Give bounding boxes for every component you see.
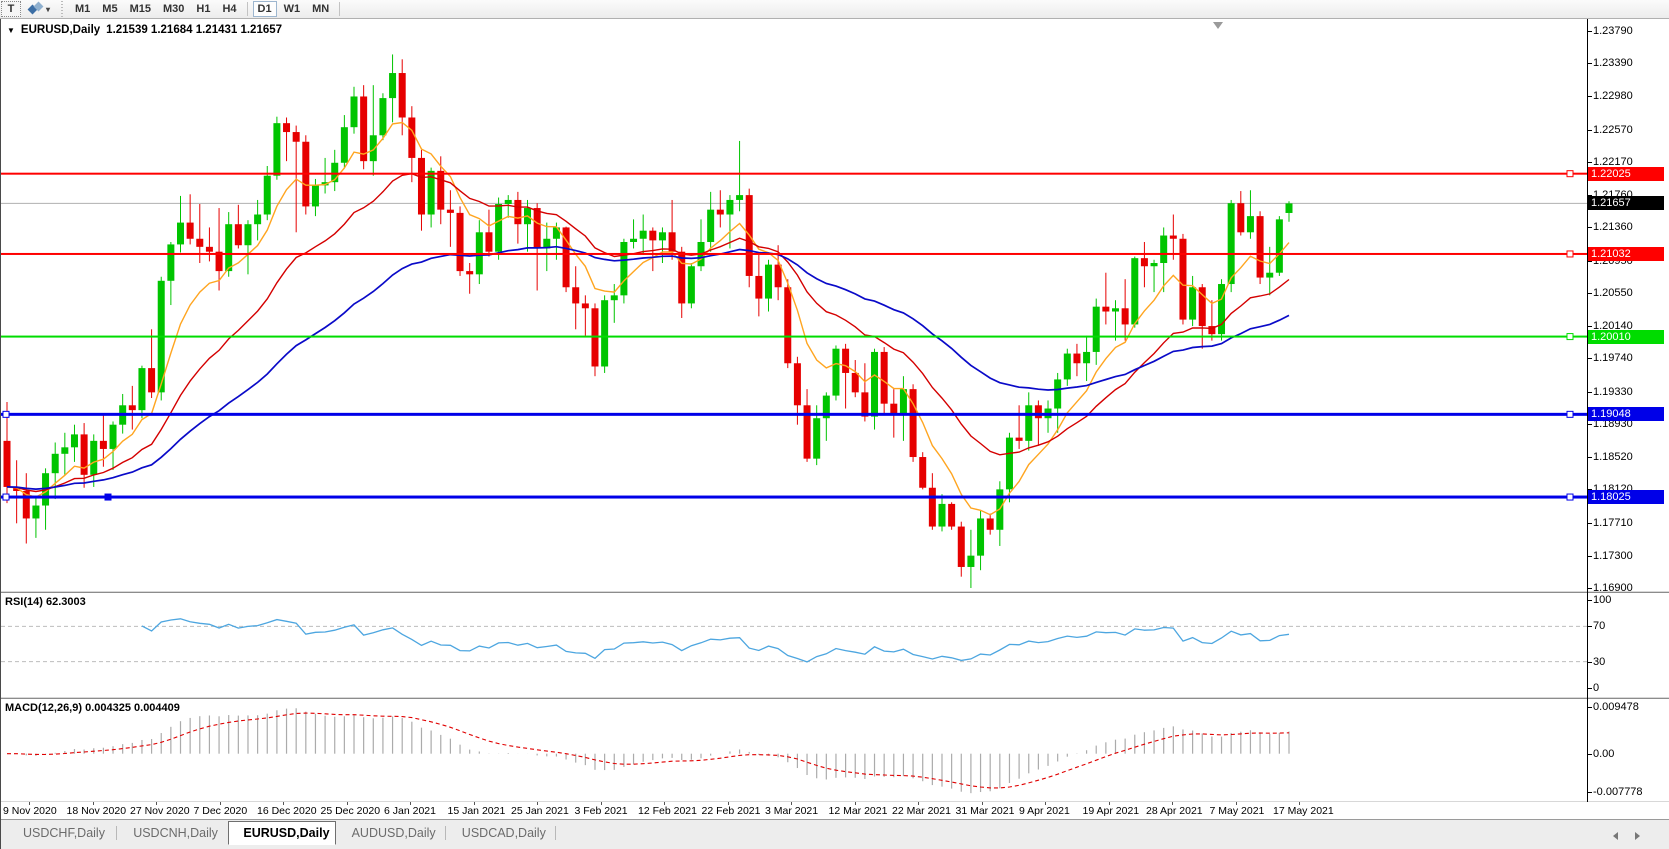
rsi-tick-label: 70 — [1593, 620, 1605, 632]
level-price-badge: 1.22025 — [1588, 167, 1664, 181]
toolbar-grip — [59, 1, 66, 17]
date-label: 7 Dec 2020 — [194, 805, 248, 817]
date-label: 22 Mar 2021 — [892, 805, 951, 817]
text-tool-button[interactable]: T — [1, 1, 21, 17]
chart-window: ▼ EURUSD,Daily 1.21539 1.21684 1.21431 1… — [0, 19, 1669, 849]
tab-separator — [445, 826, 446, 840]
tab-usdcad[interactable]: USDCAD,Daily — [448, 822, 555, 844]
price-tick-label: 1.23790 — [1593, 25, 1633, 37]
chart-symbol-label: EURUSD,Daily — [21, 24, 100, 36]
macd-label: MACD(12,26,9) 0.004325 0.004409 — [5, 702, 180, 714]
candlestick-chart — [1, 19, 1587, 591]
level-price-badge: 1.20010 — [1588, 330, 1664, 344]
timeframe-button-w1[interactable]: W1 — [279, 1, 306, 17]
current-price-badge: 1.21657 — [1588, 196, 1664, 210]
toolbar-separator — [247, 2, 248, 16]
price-tick-label: 1.20550 — [1593, 287, 1633, 299]
rsi-tick-label: 0 — [1593, 682, 1599, 694]
macd-tick-label: 0.009478 — [1593, 701, 1639, 713]
timeframe-button-m30[interactable]: M30 — [158, 1, 189, 17]
rsi-label: RSI(14) 62.3003 — [5, 596, 86, 608]
price-tick-label: 1.22980 — [1593, 90, 1633, 102]
toolbar-separator — [339, 2, 340, 16]
level-price-badge: 1.18025 — [1588, 490, 1664, 504]
tab-audusd[interactable]: AUDUSD,Daily — [338, 822, 445, 844]
chart-title: ▼ EURUSD,Daily 1.21539 1.21684 1.21431 1… — [7, 24, 282, 36]
date-label: 6 Jan 2021 — [384, 805, 436, 817]
level-price-badge: 1.19048 — [1588, 407, 1664, 421]
macd-tick-label: 0.00 — [1593, 748, 1614, 760]
price-tick-label: 1.19330 — [1593, 386, 1633, 398]
mt4-window: T ▾ M1M5M15M30H1H4 D1W1MN ▼ EURUSD,Daily … — [0, 0, 1669, 849]
date-label: 12 Feb 2021 — [638, 805, 697, 817]
date-label: 12 Mar 2021 — [829, 805, 888, 817]
date-label: 3 Feb 2021 — [575, 805, 628, 817]
tab-scroll-right-icon[interactable] — [1635, 832, 1640, 840]
collapse-icon[interactable]: ▼ — [7, 26, 15, 35]
price-tick-label: 1.22570 — [1593, 124, 1633, 136]
timeframe-button-m5[interactable]: M5 — [97, 1, 122, 17]
date-label: 9 Nov 2020 — [3, 805, 57, 817]
date-label: 16 Dec 2020 — [257, 805, 317, 817]
price-chart-panel[interactable]: ▼ EURUSD,Daily 1.21539 1.21684 1.21431 1… — [1, 19, 1669, 591]
date-label: 25 Dec 2020 — [321, 805, 381, 817]
price-tick-label: 1.19740 — [1593, 352, 1633, 364]
macd-panel[interactable]: MACD(12,26,9) 0.004325 0.004409 0.009478… — [1, 699, 1669, 801]
rsi-chart — [1, 593, 1587, 697]
timeframe-group: M1M5M15M30H1H4 D1W1MN — [69, 1, 335, 17]
tab-usdcnh[interactable]: USDCNH,Daily — [119, 822, 226, 844]
date-label: 17 May 2021 — [1273, 805, 1334, 817]
price-tick-label: 1.23390 — [1593, 57, 1633, 69]
date-label: 19 Apr 2021 — [1083, 805, 1140, 817]
timeframe-button-m1[interactable]: M1 — [70, 1, 95, 17]
rsi-panel[interactable]: RSI(14) 62.3003 100 70 30 0 — [1, 593, 1669, 697]
timeframe-button-h1[interactable]: H1 — [191, 1, 215, 17]
chart-tab-bar: USDCHF,DailyUSDCNH,DailyEURUSD,DailyAUDU… — [1, 819, 1669, 849]
diamond-objects-icon — [28, 2, 44, 16]
date-label: 31 Mar 2021 — [956, 805, 1015, 817]
date-axis[interactable]: 9 Nov 2020 18 Nov 202027 Nov 2020 7 Dec 20… — [1, 802, 1669, 819]
timeframe-button-h4[interactable]: H4 — [217, 1, 241, 17]
tab-usdchf[interactable]: USDCHF,Daily — [9, 822, 116, 844]
date-label: 15 Jan 2021 — [448, 805, 506, 817]
date-label: 7 May 2021 — [1210, 805, 1265, 817]
tab-separator — [116, 826, 117, 840]
price-tick-label: 1.17300 — [1593, 550, 1633, 562]
date-label: 9 Apr 2021 — [1019, 805, 1070, 817]
level-price-badge: 1.21032 — [1588, 247, 1664, 261]
macd-tick-label: -0.007778 — [1593, 786, 1643, 798]
rsi-tick-label: 100 — [1593, 594, 1611, 606]
macd-chart — [1, 699, 1587, 801]
date-label: 28 Apr 2021 — [1146, 805, 1203, 817]
tab-separator — [555, 826, 556, 840]
timeframe-button-d1[interactable]: D1 — [253, 1, 277, 17]
timeframe-button-mn[interactable]: MN — [307, 1, 334, 17]
date-label: 22 Feb 2021 — [702, 805, 761, 817]
timeframe-button-m15[interactable]: M15 — [125, 1, 156, 17]
toolbar: T ▾ M1M5M15M30H1H4 D1W1MN — [0, 0, 1669, 19]
price-tick-label: 1.16900 — [1593, 582, 1633, 591]
tab-eurusd[interactable]: EURUSD,Daily — [228, 821, 335, 845]
date-label: 27 Nov 2020 — [130, 805, 190, 817]
price-tick-label: 1.18520 — [1593, 451, 1633, 463]
chevron-down-icon: ▾ — [46, 5, 50, 14]
tab-scroll-left-icon[interactable] — [1613, 832, 1618, 840]
date-label: 3 Mar 2021 — [765, 805, 818, 817]
date-label: 25 Jan 2021 — [511, 805, 569, 817]
objects-dropdown-button[interactable]: ▾ — [23, 1, 55, 17]
price-tick-label: 1.17710 — [1593, 517, 1633, 529]
chart-ohlc-values: 1.21539 1.21684 1.21431 1.21657 — [106, 24, 282, 36]
price-tick-label: 1.21360 — [1593, 221, 1633, 233]
date-label: 18 Nov 2020 — [67, 805, 127, 817]
rsi-tick-label: 30 — [1593, 656, 1605, 668]
